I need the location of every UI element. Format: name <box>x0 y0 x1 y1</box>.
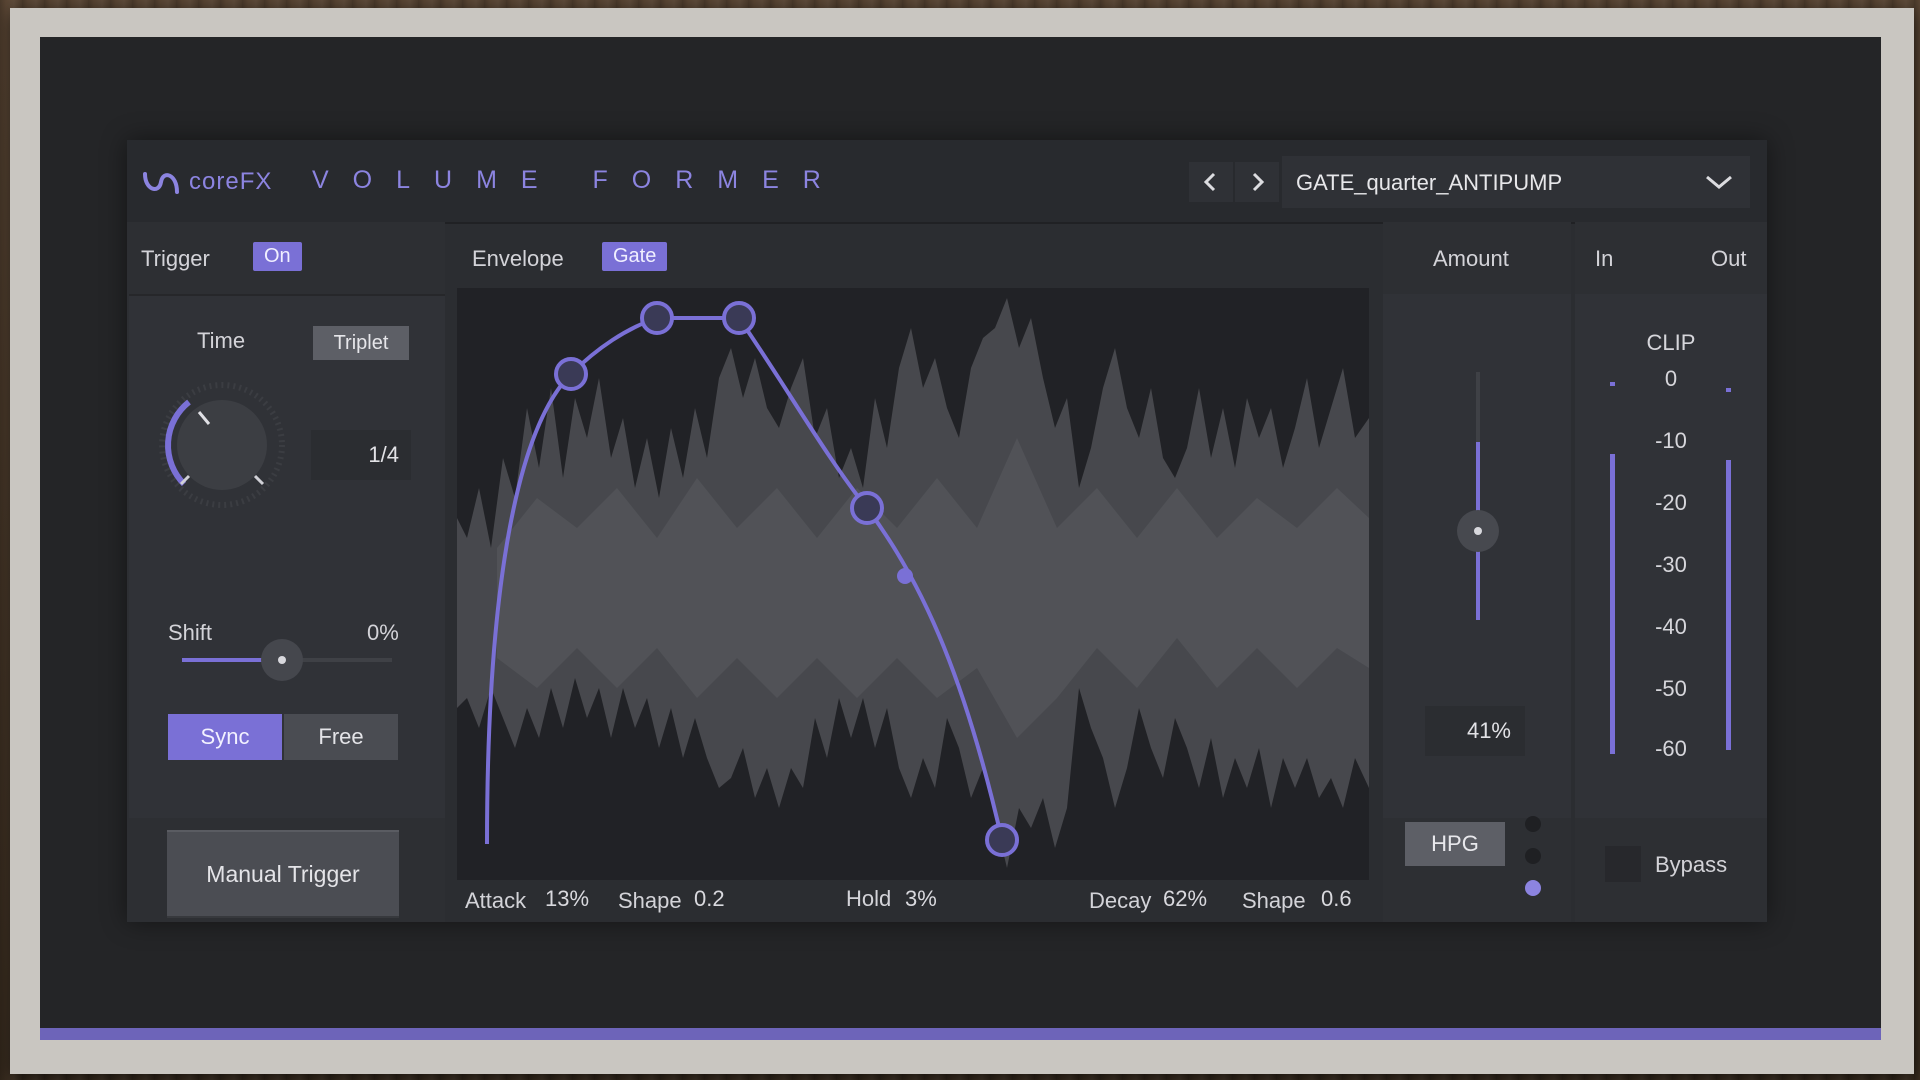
decay-value[interactable]: 62% <box>1163 886 1207 912</box>
time-value[interactable]: 1/4 <box>311 430 411 480</box>
led-indicator-top <box>1525 816 1541 832</box>
free-button[interactable]: Free <box>284 714 398 760</box>
decay-end-point[interactable] <box>985 823 1019 857</box>
scale-label: 0 <box>1664 366 1678 391</box>
hold-end-point[interactable] <box>722 301 756 335</box>
time-knob[interactable] <box>149 372 295 518</box>
hold-start-point[interactable] <box>640 301 674 335</box>
sync-button[interactable]: Sync <box>168 714 282 760</box>
amount-slider-dot <box>1474 527 1482 535</box>
chevron-right-icon <box>1252 172 1265 192</box>
scale-label: -40 <box>1655 614 1687 639</box>
envelope-params: Attack 13% Shape 0.2 Hold 3% Decay 62% S… <box>457 880 1369 922</box>
trigger-panel: Trigger On Time Triplet 1/4 Shift 0% Syn… <box>127 222 445 922</box>
shape1-label: Shape <box>618 888 682 913</box>
triplet-button[interactable]: Triplet <box>313 326 409 360</box>
led-indicator-active <box>1525 880 1541 896</box>
preset-selector[interactable]: GATE_quarter_ANTIPUMP <box>1282 156 1750 208</box>
input-peak <box>1610 382 1615 386</box>
preset-name: GATE_quarter_ANTIPUMP <box>1296 170 1563 195</box>
shift-value: 0% <box>367 620 399 645</box>
shift-label: Shift <box>168 620 213 645</box>
hold-label: Hold <box>846 886 892 911</box>
meters-panel: In Out CLIP 0 -10 -20 -30 -40 -50 -60 By… <box>1575 222 1767 922</box>
output-peak <box>1726 388 1731 392</box>
manual-trigger-button[interactable]: Manual Trigger <box>167 830 399 918</box>
input-meter <box>1610 454 1615 754</box>
amount-value[interactable]: 41% <box>1425 706 1525 756</box>
led-indicator-middle <box>1525 848 1541 864</box>
decay-label: Decay <box>1089 888 1152 913</box>
scale-label: -20 <box>1655 490 1687 515</box>
plugin-window: coreFX VOLUME FORMER GATE_quarter_ANTIPU… <box>127 140 1767 922</box>
envelope-mode-toggle[interactable]: Gate <box>602 242 668 271</box>
screen-accent-bar <box>40 1028 1881 1040</box>
curve-handle[interactable] <box>897 568 913 584</box>
envelope-label: Envelope <box>472 246 564 271</box>
amount-label: Amount <box>1433 246 1509 271</box>
output-meter <box>1726 460 1731 750</box>
chevron-down-icon <box>1706 175 1732 189</box>
shift-slider-dot <box>278 656 286 664</box>
logo-icon <box>143 172 179 194</box>
envelope-graph[interactable] <box>457 288 1369 880</box>
hpg-button[interactable]: HPG <box>1405 822 1505 866</box>
decay-shape-point[interactable] <box>850 491 884 525</box>
attack-label: Attack <box>465 888 527 913</box>
amount-panel: Amount 41% HPG <box>1383 222 1571 922</box>
chevron-left-icon <box>1203 172 1216 192</box>
time-label: Time <box>197 328 246 353</box>
bypass-label: Bypass <box>1655 852 1728 877</box>
brand-name: coreFX <box>189 168 273 195</box>
shape2-label: Shape <box>1242 888 1306 913</box>
trigger-label: Trigger <box>141 246 210 271</box>
scale-label: -30 <box>1655 552 1687 577</box>
out-label: Out <box>1711 246 1747 271</box>
bypass-checkbox[interactable] <box>1605 846 1641 882</box>
in-label: In <box>1595 246 1614 271</box>
trigger-on-toggle[interactable]: On <box>253 242 302 271</box>
plugin-header: coreFX VOLUME FORMER GATE_quarter_ANTIPU… <box>127 140 1767 224</box>
shape1-value[interactable]: 0.2 <box>694 886 725 912</box>
time-knob-graphic <box>159 382 285 508</box>
scale-label: -50 <box>1655 676 1687 701</box>
attack-value[interactable]: 13% <box>545 886 589 912</box>
scale-label: -60 <box>1655 736 1687 761</box>
attack-point[interactable] <box>554 357 588 391</box>
next-preset-button[interactable] <box>1235 162 1279 202</box>
clip-indicator[interactable]: CLIP <box>1641 330 1701 356</box>
plugin-title: VOLUME FORMER <box>312 166 845 194</box>
envelope-canvas <box>457 298 1369 868</box>
shape2-value[interactable]: 0.6 <box>1321 886 1352 912</box>
scale-label: -10 <box>1655 428 1687 453</box>
prev-preset-button[interactable] <box>1189 162 1233 202</box>
hold-value[interactable]: 3% <box>905 886 937 912</box>
